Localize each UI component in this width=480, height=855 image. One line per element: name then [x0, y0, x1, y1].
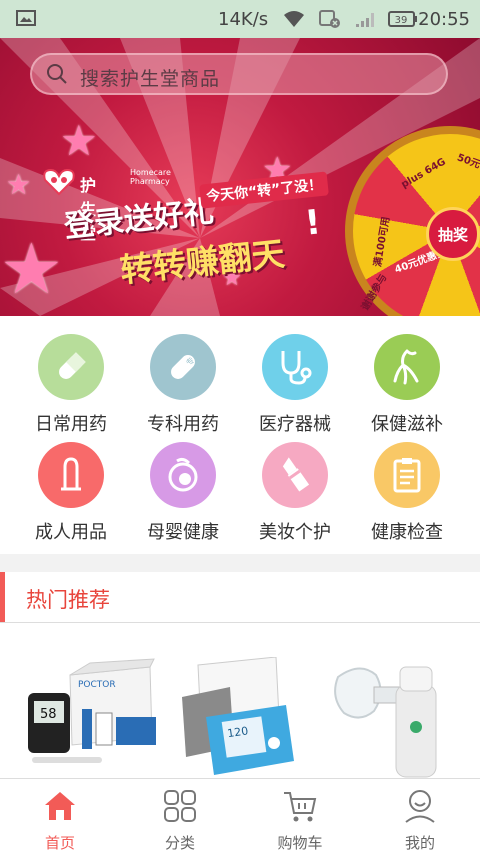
category-icon-bg: [374, 334, 440, 400]
search-bar[interactable]: 搜索护生堂商品: [30, 53, 448, 95]
image-icon: [16, 10, 36, 26]
category-icon-bg: [262, 334, 328, 400]
lipstick-icon: [282, 457, 310, 492]
category-icon-bg: [38, 334, 104, 400]
category-label: 成人用品: [35, 522, 107, 543]
star-decoration: ★: [0, 228, 63, 310]
search-icon: [47, 64, 67, 84]
condom-icon: [61, 457, 81, 491]
tab-cart[interactable]: 购物车: [240, 779, 360, 855]
signal-icon: [356, 13, 374, 27]
category-label: 美妆个护: [259, 522, 331, 543]
network-speed: 14K/s: [218, 9, 269, 30]
brand-logo: 护生堂 Homecare Pharmacy: [42, 168, 171, 243]
user-icon: [405, 790, 435, 823]
tab-label: 分类: [164, 834, 195, 852]
product-blood-pressure-monitor[interactable]: 120: [170, 656, 310, 779]
wheel-text: 满100可用: [372, 215, 393, 268]
wifi-icon: [284, 11, 304, 27]
category-label: 母婴健康: [147, 522, 219, 543]
status-bar: 14K/s 39 20:55: [0, 0, 480, 38]
clock: 20:55: [418, 9, 470, 30]
category-icon-bg: 专: [150, 334, 216, 400]
category-icon-bg: [38, 442, 104, 508]
clipboard-icon: [393, 458, 421, 493]
divider: [0, 622, 480, 623]
category-specialist-medicine[interactable]: 专 专科用药: [127, 316, 239, 435]
category-daily-medicine[interactable]: 日常用药: [15, 316, 127, 435]
product-nebulizer[interactable]: [320, 657, 460, 779]
battery-icon: 39: [388, 11, 417, 27]
star-decoration: ★: [6, 168, 32, 201]
svg-text:39: 39: [395, 15, 408, 26]
svg-text:POCTOR: POCTOR: [78, 680, 116, 690]
product-glucose-meter[interactable]: POCTOR 58: [20, 657, 160, 779]
category-adult-products[interactable]: 成人用品: [15, 424, 127, 543]
star-decoration: ★: [60, 116, 98, 165]
draw-button[interactable]: 抽奖: [426, 207, 480, 261]
blood-pressure-monitor-image: 120: [182, 656, 294, 775]
brand-name-en: Homecare Pharmacy: [130, 168, 171, 186]
capsule-icon: 专: [171, 355, 196, 379]
bottom-tab-bar: 首页 分类 购物车 我的: [0, 778, 480, 855]
category-health-supplements[interactable]: 保健滋补: [351, 316, 463, 435]
glucose-meter-image: POCTOR 58: [28, 658, 156, 763]
tab-profile[interactable]: 我的: [360, 779, 480, 855]
search-placeholder: 搜索护生堂商品: [80, 68, 221, 90]
wheel-text: plus 64G: [399, 156, 448, 191]
tab-label: 我的: [404, 834, 435, 852]
data-off-icon: [319, 10, 340, 28]
wheel-text: 50元优: [455, 152, 480, 175]
tab-category[interactable]: 分类: [120, 779, 240, 855]
category-icon-bg: [262, 442, 328, 508]
tab-label: 首页: [44, 834, 75, 852]
svg-text:58: 58: [40, 707, 57, 722]
baby-icon: [168, 457, 198, 492]
cart-icon: [284, 792, 317, 822]
tab-label: 购物车: [277, 834, 323, 852]
section-title: 热门推荐: [26, 588, 110, 612]
ginseng-icon: [393, 349, 419, 385]
category-icon-bg: [374, 442, 440, 508]
pill-icon: [59, 352, 86, 379]
tab-home[interactable]: 首页: [0, 779, 120, 855]
category-beauty-care[interactable]: 美妆个护: [239, 424, 351, 543]
category-label: 健康检查: [371, 522, 443, 543]
category-grid: 日常用药 专 专科用药 医疗器械 保健滋补 成人用品 母婴健康 美妆个护 健康检…: [0, 316, 480, 554]
stethoscope-icon: [281, 351, 312, 385]
category-icon-bg: [150, 442, 216, 508]
nebulizer-image: [334, 666, 437, 778]
category-medical-devices[interactable]: 医疗器械: [239, 316, 351, 435]
home-icon: [45, 792, 75, 820]
category-health-check[interactable]: 健康检查: [351, 424, 463, 543]
heart-logo-icon: [43, 168, 75, 196]
grid-icon: [164, 790, 196, 822]
category-mother-baby[interactable]: 母婴健康: [127, 424, 239, 543]
section-accent-bar: [0, 572, 5, 622]
promo-banner[interactable]: ★ ★ ★ ★ ★ 搜索护生堂商品 护生堂 Homecare Pharmacy …: [0, 38, 480, 316]
